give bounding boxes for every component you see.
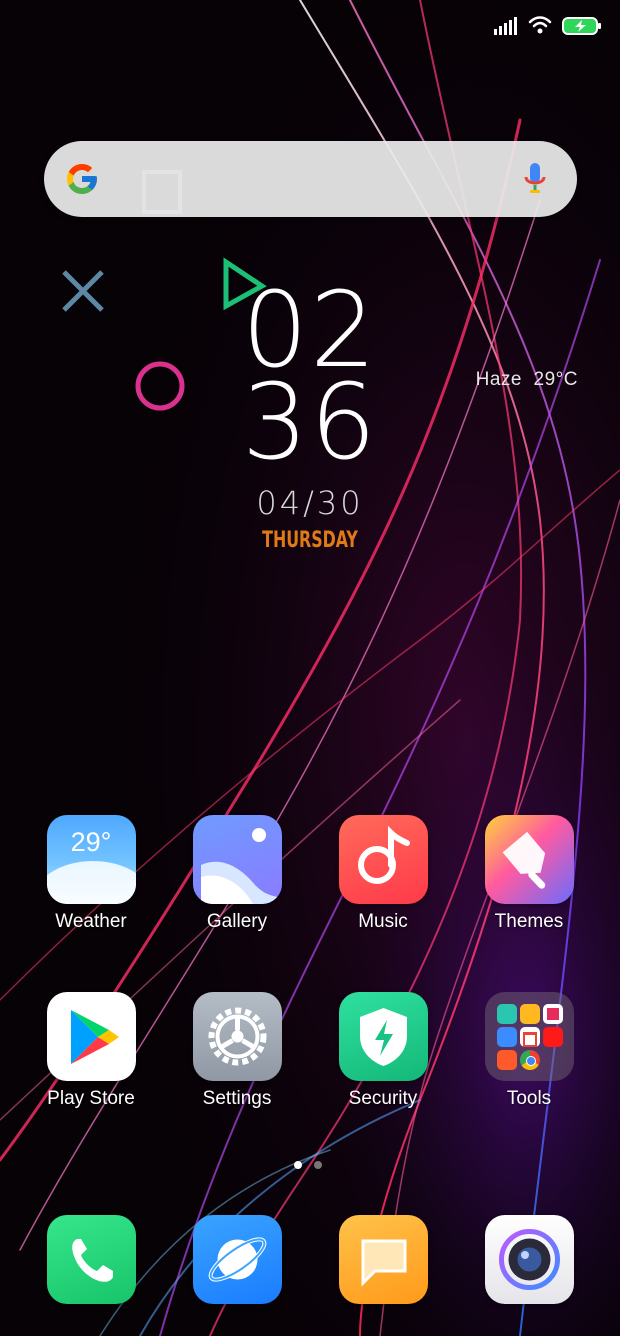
dock-camera[interactable] xyxy=(469,1215,589,1304)
app-label: Settings xyxy=(202,1088,272,1109)
microphone-icon[interactable] xyxy=(523,161,547,197)
security-icon xyxy=(338,992,428,1081)
app-label: Weather xyxy=(55,911,127,932)
app-label: Security xyxy=(348,1088,418,1109)
signal-icon xyxy=(494,17,517,35)
google-logo-icon xyxy=(67,164,97,194)
app-label: Play Store xyxy=(47,1088,135,1109)
dock-browser[interactable] xyxy=(177,1215,297,1304)
app-settings[interactable]: Settings xyxy=(177,992,297,1110)
status-bar xyxy=(494,16,602,36)
weather-icon: 29° xyxy=(46,815,136,904)
dock-phone[interactable] xyxy=(31,1215,151,1304)
phone-icon xyxy=(46,1215,136,1304)
clock-day: THURSDAY xyxy=(262,528,358,553)
browser-icon xyxy=(192,1215,282,1304)
battery-charging-icon xyxy=(562,17,601,35)
clock-date: 04/30 xyxy=(256,484,364,522)
weather-summary[interactable]: Haze 29°C xyxy=(476,369,578,391)
app-label: Themes xyxy=(494,911,564,932)
camera-icon xyxy=(484,1215,574,1304)
clock-minute[interactable]: 36 xyxy=(210,370,410,474)
app-security[interactable]: Security xyxy=(323,992,443,1110)
dock-messages[interactable] xyxy=(323,1215,443,1304)
weather-icon-temp: 29° xyxy=(70,827,112,857)
page-dot-active[interactable] xyxy=(294,1161,302,1169)
app-gallery[interactable]: Gallery xyxy=(177,815,297,933)
music-icon xyxy=(338,815,428,904)
play-store-icon xyxy=(46,992,136,1081)
gallery-icon xyxy=(192,815,282,904)
google-search-bar[interactable] xyxy=(44,141,577,217)
app-tools-folder[interactable]: Tools xyxy=(469,992,589,1110)
wifi-icon xyxy=(528,16,552,34)
page-indicator[interactable] xyxy=(294,1161,322,1169)
settings-icon xyxy=(192,992,282,1081)
app-weather[interactable]: 29° Weather xyxy=(31,815,151,933)
app-music[interactable]: Music xyxy=(323,815,443,933)
app-label: Music xyxy=(358,911,408,932)
page-dot[interactable] xyxy=(314,1161,322,1169)
themes-icon xyxy=(484,815,574,904)
app-label: Gallery xyxy=(206,911,268,932)
tools-folder-icon xyxy=(484,992,574,1081)
app-label: Tools xyxy=(506,1088,552,1109)
app-play-store[interactable]: Play Store xyxy=(31,992,151,1110)
messages-icon xyxy=(338,1215,428,1304)
app-themes[interactable]: Themes xyxy=(469,815,589,933)
